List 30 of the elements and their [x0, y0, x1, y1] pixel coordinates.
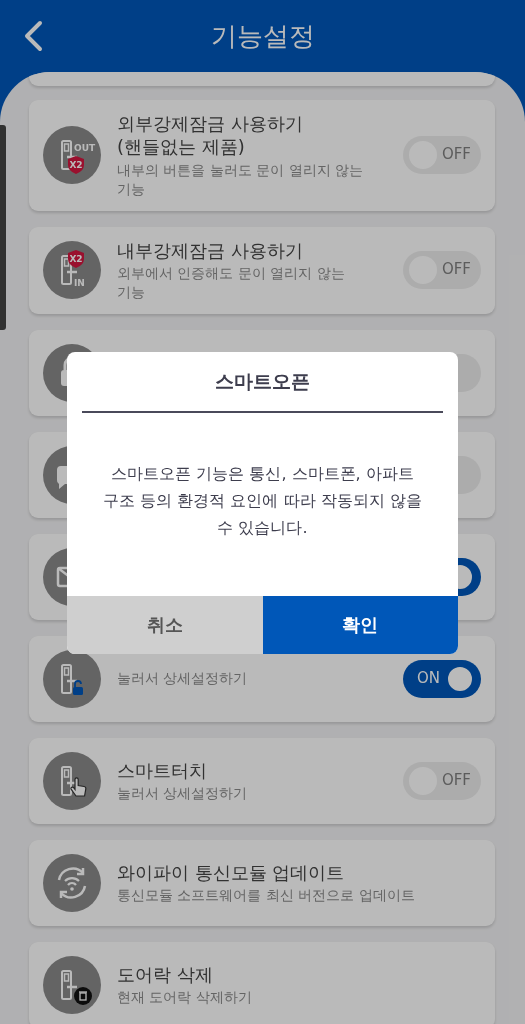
setting-title: 와이파이 통신모듈 업데이트 [117, 860, 346, 884]
back-icon[interactable] [22, 20, 44, 52]
setting-description: 통신모듈 소프트웨어를 최신 버전으로 업데이트 [117, 886, 416, 905]
dialog-title: 스마트오픈 [82, 352, 443, 413]
toggle-switch[interactable]: ON [403, 659, 481, 698]
cancel-button[interactable]: 취소 [67, 595, 263, 654]
door-lock-icon: OUT X2 [43, 126, 101, 185]
setting-description: 내부의 버튼을 눌러도 문이 열리지 않는 기능 [117, 160, 365, 199]
setting-title: 외부강제잠금 사용하기 (핸들없는 제품) [117, 112, 304, 159]
door-lock-icon [43, 649, 101, 708]
setting-title: 내부강제잠금 사용하기 [117, 238, 304, 262]
setting-description: 눌러서 상세설정하기 [117, 784, 249, 803]
setting-card[interactable]: 스마트터치 눌러서 상세설정하기 OFF [29, 737, 495, 824]
dialog-message: 스마트오픈 기능은 통신, 스마트폰, 아파트 구조 등의 환경적 요인에 따라 작동되지 않을 수 있습니다. [102, 463, 423, 539]
setting-card[interactable]: OUT X2 외부강제잠금 사용하기 (핸들없는 제품) 내부의 버튼을 눌러도 문이 열리지 않는 기능 OFF [29, 100, 495, 211]
setting-card[interactable]: X2 IN 내부강제잠금 사용하기 외부에서 인증해도 문이 열리지 않는 기능 OFF [29, 226, 495, 314]
setting-card[interactable]: 도어락 삭제 현재 도어락 삭제하기 [29, 941, 495, 1024]
setting-card[interactable]: 와이파이 통신모듈 업데이트 통신모듈 소프트웨어를 최신 버전으로 업데이트 [29, 839, 495, 926]
door-lock-icon [43, 955, 101, 1014]
setting-description: 현재 도어락 삭제하기 [117, 988, 253, 1007]
setting-title: 도어락 삭제 [117, 962, 214, 986]
door-lock-icon: X2 IN [43, 241, 101, 300]
confirm-button[interactable]: 확인 [262, 595, 458, 654]
wifi-sync-icon [43, 853, 101, 912]
side-handle[interactable] [0, 125, 6, 330]
setting-description: 눌러서 상세설정하기 [117, 669, 249, 689]
screen-title: 기능설정 [210, 19, 315, 53]
setting-description: 외부에서 인증해도 문이 열리지 않는 기능 [117, 263, 346, 302]
setting-title: 스마트터치 [117, 758, 208, 782]
door-lock-icon [43, 751, 101, 810]
